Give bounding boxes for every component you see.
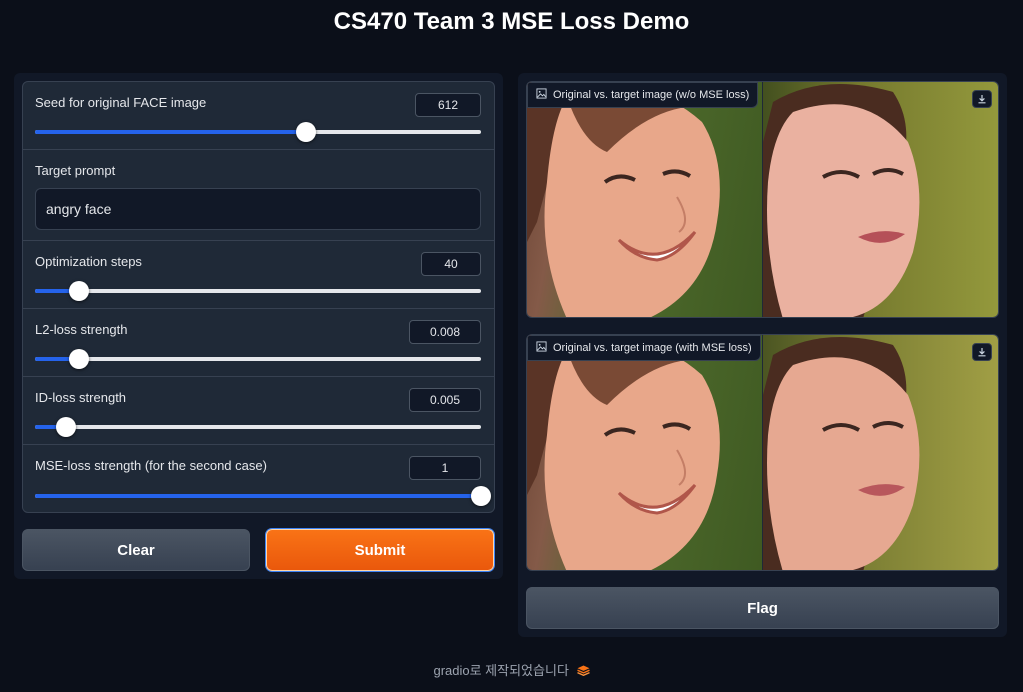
l2-slider[interactable]: [35, 349, 481, 369]
footer: gradio로 제작되었습니다: [0, 660, 1023, 679]
output-label-with-mse: Original vs. target image (with MSE loss…: [527, 335, 761, 361]
id-slider[interactable]: [35, 417, 481, 437]
mse-number-input[interactable]: 1: [409, 456, 481, 480]
submit-button[interactable]: Submit: [266, 529, 494, 571]
input-form: Seed for original FACE image 612 Target …: [22, 81, 495, 513]
seed-slider[interactable]: [35, 122, 481, 142]
flag-button[interactable]: Flag: [526, 587, 999, 629]
steps-slider[interactable]: [35, 281, 481, 301]
output-label-text: Original vs. target image (w/o MSE loss): [553, 89, 750, 101]
l2-slider-thumb[interactable]: [68, 349, 89, 369]
steps-label: Optimization steps: [35, 254, 142, 269]
output-label-text: Original vs. target image (with MSE loss…: [553, 342, 752, 354]
download-icon[interactable]: [972, 343, 992, 361]
original-face-image: [527, 335, 762, 570]
id-number-input[interactable]: 0.005: [409, 388, 481, 412]
prompt-row: Target prompt angry face: [23, 150, 494, 241]
l2-slider-row: L2-loss strength 0.008: [23, 309, 494, 377]
mse-slider[interactable]: [35, 486, 491, 506]
id-slider-row: ID-loss strength 0.005: [23, 377, 494, 445]
prompt-textbox[interactable]: angry face: [35, 188, 481, 230]
output-panel: Original vs. target image (w/o MSE loss): [518, 73, 1007, 637]
output-image-with-mse: Original vs. target image (with MSE loss…: [526, 334, 999, 571]
download-icon[interactable]: [972, 90, 992, 108]
steps-slider-row: Optimization steps 40: [23, 241, 494, 309]
page-title: CS470 Team 3 MSE Loss Demo: [333, 8, 690, 35]
seed-number-input[interactable]: 612: [415, 93, 481, 117]
l2-label: L2-loss strength: [35, 322, 128, 337]
seed-slider-row: Seed for original FACE image 612: [23, 82, 494, 150]
image-icon: [536, 341, 547, 355]
l2-number-input[interactable]: 0.008: [409, 320, 481, 344]
image-icon: [536, 88, 547, 102]
clear-button[interactable]: Clear: [22, 529, 250, 571]
mse-slider-row: MSE-loss strength (for the second case) …: [23, 445, 494, 512]
seed-label: Seed for original FACE image: [35, 95, 207, 110]
footer-text: gradio로 제작되었습니다: [433, 663, 569, 678]
mse-label: MSE-loss strength (for the second case): [35, 458, 267, 473]
prompt-label: Target prompt: [35, 163, 116, 178]
input-panel: Seed for original FACE image 612 Target …: [14, 73, 503, 579]
steps-number-input[interactable]: 40: [421, 252, 481, 276]
id-label: ID-loss strength: [35, 390, 127, 405]
output-label-without-mse: Original vs. target image (w/o MSE loss): [527, 82, 759, 108]
mse-slider-thumb[interactable]: [471, 486, 491, 506]
steps-slider-thumb[interactable]: [68, 281, 89, 301]
gradio-logo-icon: [576, 664, 590, 679]
target-face-image: [763, 82, 998, 317]
output-image-without-mse: Original vs. target image (w/o MSE loss): [526, 81, 999, 318]
seed-slider-thumb[interactable]: [295, 122, 316, 142]
target-face-image: [763, 335, 998, 570]
original-face-image: [527, 82, 762, 317]
id-slider-thumb[interactable]: [56, 417, 77, 437]
